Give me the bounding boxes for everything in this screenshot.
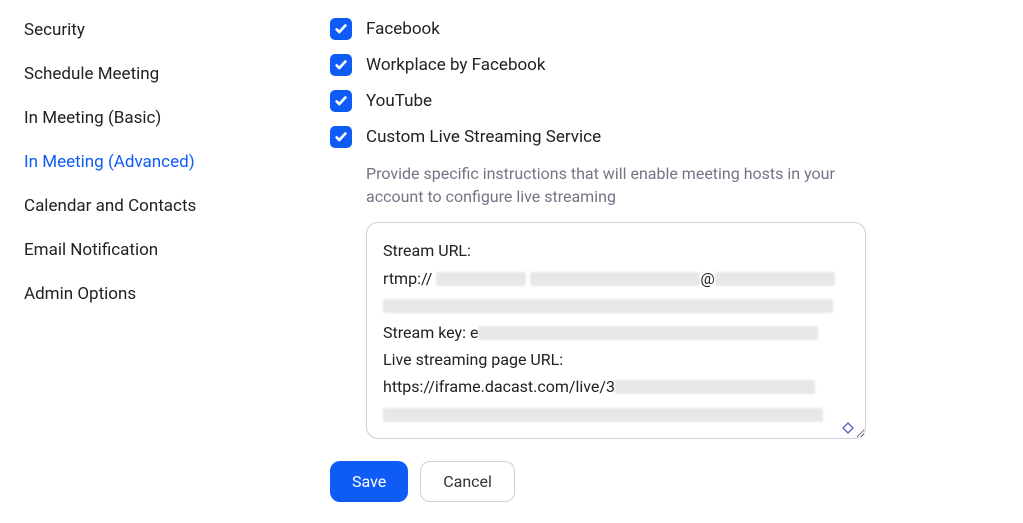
stream-page-value: https://iframe.dacast.com/live/3 [383, 373, 849, 400]
redacted-text [383, 299, 833, 313]
sidebar-item-admin-options[interactable]: Admin Options [20, 272, 280, 316]
settings-sidebar: Security Schedule Meeting In Meeting (Ba… [20, 0, 280, 502]
stream-config-textarea[interactable]: Stream URL: rtmp:// @ Stream key: e Live… [366, 222, 866, 438]
sidebar-item-label: Calendar and Contacts [24, 196, 196, 216]
check-icon [334, 94, 348, 108]
option-label: Custom Live Streaming Service [366, 127, 601, 147]
stream-url-line: Stream URL: [383, 237, 849, 264]
sidebar-item-label: In Meeting (Basic) [24, 108, 161, 128]
check-icon [334, 58, 348, 72]
option-youtube: YouTube [330, 90, 1003, 112]
sidebar-item-security[interactable]: Security [20, 8, 280, 52]
redacted-text [436, 272, 526, 286]
sidebar-item-label: In Meeting (Advanced) [24, 152, 195, 172]
redacted-text [530, 272, 700, 286]
redacted-text [478, 326, 818, 340]
redacted-text [615, 380, 815, 394]
stream-key-label: Stream key: [383, 323, 466, 342]
check-icon [334, 130, 348, 144]
checkbox-workplace[interactable] [330, 54, 352, 76]
action-buttons: Save Cancel [330, 461, 1003, 502]
save-button[interactable]: Save [330, 461, 408, 502]
expand-icon[interactable] [841, 416, 855, 430]
sidebar-item-label: Admin Options [24, 284, 136, 304]
sidebar-item-in-meeting-advanced[interactable]: In Meeting (Advanced) [20, 140, 280, 184]
checkbox-facebook[interactable] [330, 18, 352, 40]
option-label: Workplace by Facebook [366, 55, 546, 75]
sidebar-item-schedule-meeting[interactable]: Schedule Meeting [20, 52, 280, 96]
stream-page-value-cont [383, 401, 849, 428]
check-icon [334, 22, 348, 36]
sidebar-item-label: Email Notification [24, 240, 158, 260]
stream-url-label: Stream URL: [383, 241, 471, 260]
redacted-text [383, 408, 823, 422]
settings-main: Facebook Workplace by Facebook YouTube C… [280, 0, 1003, 502]
option-workplace: Workplace by Facebook [330, 54, 1003, 76]
sidebar-item-email-notification[interactable]: Email Notification [20, 228, 280, 272]
stream-page-label: Live streaming page URL: [383, 346, 849, 373]
option-label: Facebook [366, 19, 440, 39]
checkbox-custom[interactable] [330, 126, 352, 148]
stream-url-value-cont [383, 292, 849, 319]
stream-url-value: rtmp:// @ [383, 265, 849, 292]
option-label: YouTube [366, 91, 432, 111]
cancel-button[interactable]: Cancel [420, 461, 515, 502]
stream-key-line: Stream key: e [383, 319, 849, 346]
sidebar-item-in-meeting-basic[interactable]: In Meeting (Basic) [20, 96, 280, 140]
sidebar-item-label: Schedule Meeting [24, 64, 159, 84]
redacted-text [715, 272, 835, 286]
option-custom: Custom Live Streaming Service [330, 126, 1003, 148]
sidebar-item-calendar-contacts[interactable]: Calendar and Contacts [20, 184, 280, 228]
sidebar-item-label: Security [24, 20, 85, 40]
custom-instructions-text: Provide specific instructions that will … [366, 162, 886, 208]
option-facebook: Facebook [330, 18, 1003, 40]
checkbox-youtube[interactable] [330, 90, 352, 112]
